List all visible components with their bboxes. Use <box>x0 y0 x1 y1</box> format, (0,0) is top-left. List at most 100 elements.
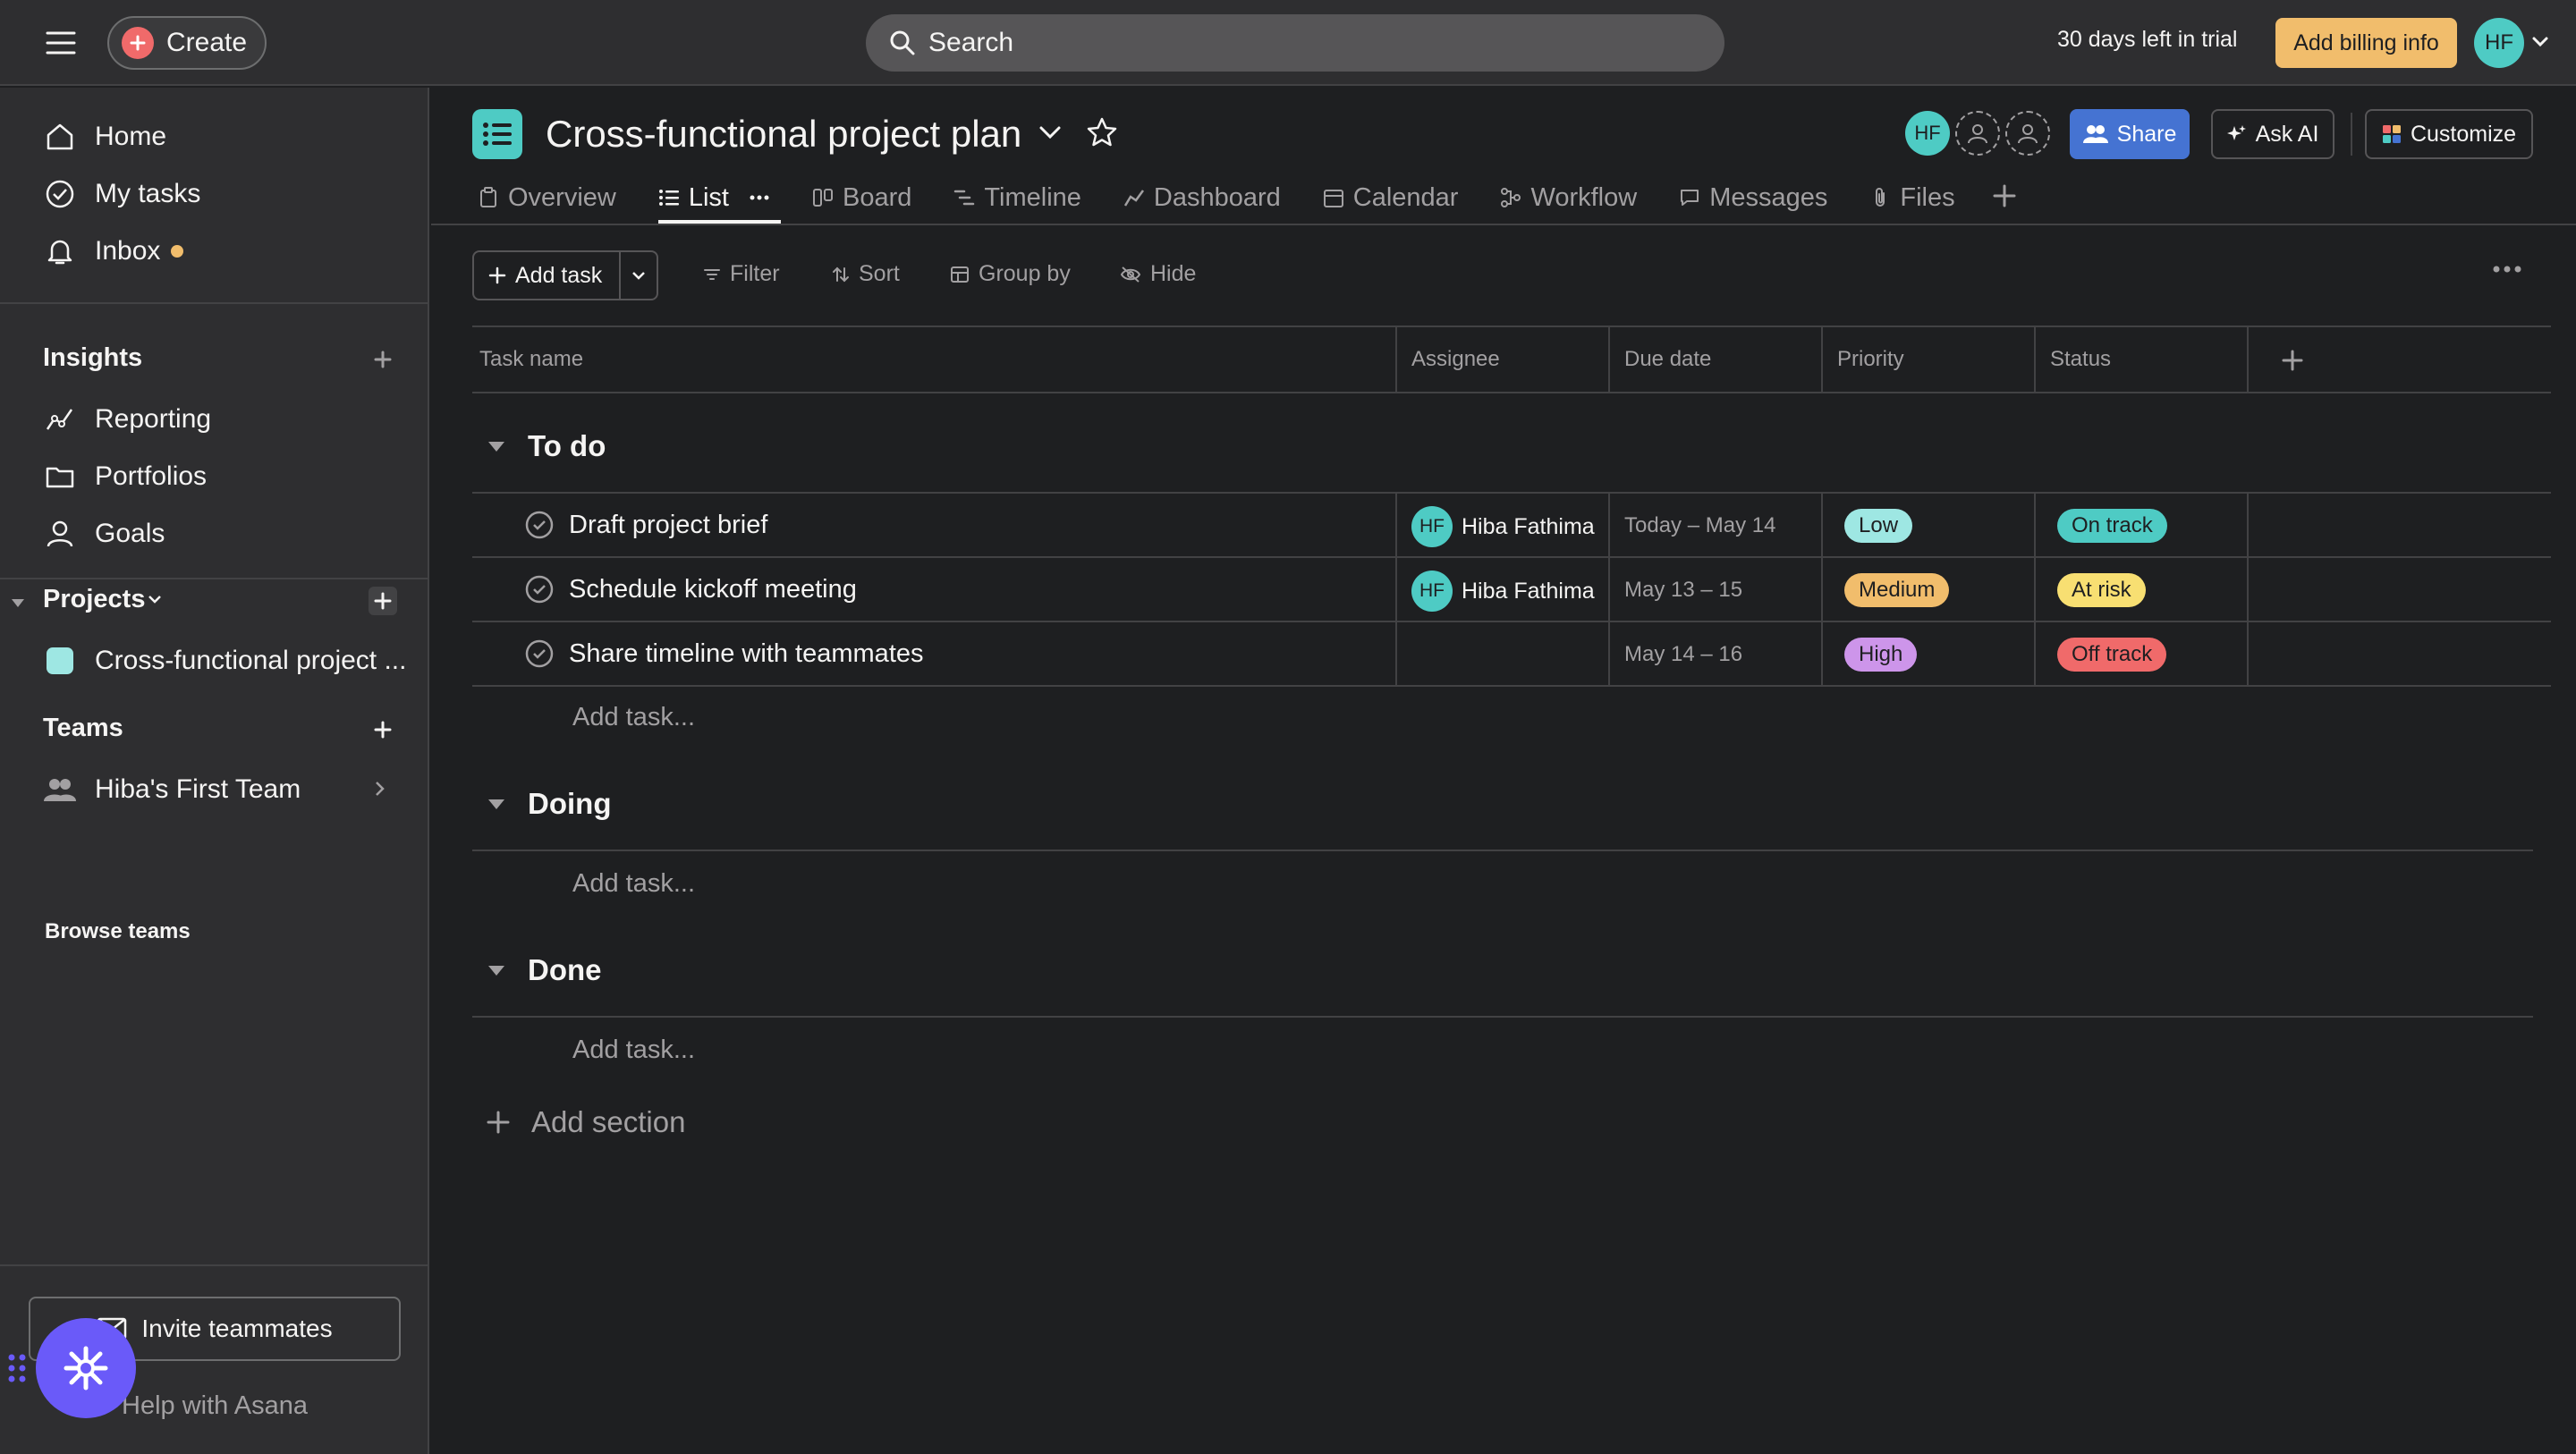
status-badge[interactable]: On track <box>2057 509 2167 543</box>
project-members[interactable]: HF <box>1905 111 2050 156</box>
plus-icon <box>487 1111 510 1134</box>
sidebar-item-goals[interactable]: Goals <box>43 511 165 556</box>
sidebar-item-portfolios[interactable]: Portfolios <box>43 454 207 499</box>
tab-files[interactable]: Files <box>1869 175 1955 220</box>
sidebar-item-team[interactable]: Hiba's First Team <box>43 767 301 812</box>
add-team-icon[interactable] <box>369 715 397 744</box>
add-task-dropdown[interactable] <box>621 270 657 281</box>
chevron-down-icon[interactable] <box>147 594 163 606</box>
star-icon[interactable] <box>1086 116 1118 148</box>
sidebar-item-project[interactable]: Cross-functional project ... <box>43 638 406 683</box>
priority-badge[interactable]: Medium <box>1844 573 1950 607</box>
status-badge[interactable]: At risk <box>2057 573 2146 607</box>
complete-check-icon[interactable] <box>524 638 555 669</box>
add-task-inline[interactable]: Add task... <box>572 1036 695 1065</box>
caret-down-icon[interactable] <box>487 438 506 454</box>
due-date[interactable]: Today – May 14 <box>1624 513 1775 538</box>
search-input[interactable]: Search <box>866 14 1724 72</box>
assignee-cell[interactable]: HF Hiba Fathima <box>1411 506 1595 547</box>
user-avatar[interactable]: HF <box>2474 18 2524 68</box>
insights-heading[interactable]: Insights <box>43 343 142 373</box>
more-options-icon[interactable] <box>749 194 770 201</box>
create-button[interactable]: Create <box>107 16 267 70</box>
customize-button[interactable]: Customize <box>2365 109 2533 159</box>
column-header-due-date[interactable]: Due date <box>1624 347 1711 372</box>
chevron-down-icon[interactable] <box>2531 36 2549 48</box>
add-task-inline[interactable]: Add task... <box>572 869 695 899</box>
add-task-main[interactable]: Add task <box>474 252 621 299</box>
assignee-avatar: HF <box>1411 571 1453 612</box>
section-header-to-do[interactable]: To do <box>487 429 606 463</box>
add-tab-icon[interactable] <box>1991 182 2018 209</box>
table-row[interactable]: Share timeline with teammates May 14 – 1… <box>472 622 2549 687</box>
add-insight-icon[interactable] <box>369 345 397 374</box>
column-header-task-name[interactable]: Task name <box>479 347 583 372</box>
priority-badge[interactable]: Low <box>1844 509 1913 543</box>
priority-badge[interactable]: High <box>1844 638 1918 672</box>
tab-overview[interactable]: Overview <box>478 175 616 220</box>
member-avatar[interactable]: HF <box>1905 111 1950 156</box>
teams-heading[interactable]: Teams <box>43 714 123 743</box>
ask-ai-button[interactable]: Ask AI <box>2211 109 2334 159</box>
help-assistant-button[interactable] <box>36 1318 136 1418</box>
tab-workflow[interactable]: Workflow <box>1500 175 1637 220</box>
add-task-inline[interactable]: Add task... <box>572 703 695 732</box>
sidebar-item-home[interactable]: Home <box>43 114 166 159</box>
section-title: Done <box>528 953 602 986</box>
section-header-doing[interactable]: Doing <box>487 787 611 821</box>
hamburger-menu-icon[interactable] <box>45 27 77 59</box>
caret-down-icon[interactable] <box>9 594 27 612</box>
add-column-icon[interactable] <box>2281 349 2304 372</box>
task-name-cell[interactable]: Share timeline with teammates <box>524 638 924 669</box>
table-row[interactable]: Draft project brief HF Hiba Fathima Toda… <box>472 494 2549 558</box>
tab-messages[interactable]: Messages <box>1679 175 1827 220</box>
table-row[interactable]: Schedule kickoff meeting HF Hiba Fathima… <box>472 558 2549 622</box>
sidebar-item-reporting[interactable]: Reporting <box>43 397 211 442</box>
sort-icon <box>832 266 850 283</box>
tab-dashboard[interactable]: Dashboard <box>1123 175 1281 220</box>
tab-label: Overview <box>508 182 616 212</box>
browse-teams-link[interactable]: Browse teams <box>45 919 191 944</box>
sidebar-item-inbox[interactable]: Inbox <box>43 229 184 274</box>
chevron-right-icon[interactable] <box>374 780 386 798</box>
sidebar-item-my-tasks[interactable]: My tasks <box>43 172 200 216</box>
column-header-assignee[interactable]: Assignee <box>1411 347 1500 372</box>
add-billing-info-button[interactable]: Add billing info <box>2275 18 2457 68</box>
complete-check-icon[interactable] <box>524 574 555 604</box>
projects-heading[interactable]: Projects <box>43 585 145 614</box>
drag-handle-icon[interactable] <box>7 1352 29 1384</box>
add-project-icon[interactable] <box>369 587 397 615</box>
tab-calendar[interactable]: Calendar <box>1323 175 1458 220</box>
task-name-cell[interactable]: Schedule kickoff meeting <box>524 574 857 604</box>
message-icon <box>1679 187 1700 208</box>
help-with-asana-link[interactable]: Help with Asana <box>122 1391 308 1421</box>
tab-board[interactable]: Board <box>812 175 911 220</box>
assignee-cell[interactable]: HF Hiba Fathima <box>1411 571 1595 612</box>
tab-list[interactable]: List <box>657 175 782 224</box>
hide-button[interactable]: Hide <box>1120 261 1196 287</box>
section-header-done[interactable]: Done <box>487 953 602 987</box>
tab-timeline[interactable]: Timeline <box>953 175 1081 220</box>
add-task-button[interactable]: Add task <box>472 250 658 300</box>
more-options-icon[interactable] <box>2492 265 2522 274</box>
filter-button[interactable]: Filter <box>703 261 780 287</box>
task-name-cell[interactable]: Draft project brief <box>524 510 767 540</box>
due-date[interactable]: May 14 – 16 <box>1624 642 1742 667</box>
column-header-priority[interactable]: Priority <box>1837 347 1904 372</box>
empty-member-icon[interactable] <box>1955 111 2000 156</box>
caret-down-icon[interactable] <box>487 796 506 812</box>
sort-button[interactable]: Sort <box>832 261 900 287</box>
group-by-button[interactable]: Group by <box>950 261 1071 287</box>
share-button[interactable]: Share <box>2070 109 2190 159</box>
status-badge[interactable]: Off track <box>2057 638 2167 672</box>
project-list-icon[interactable] <box>472 109 522 159</box>
caret-down-icon[interactable] <box>487 962 506 978</box>
column-header-status[interactable]: Status <box>2050 347 2111 372</box>
complete-check-icon[interactable] <box>524 510 555 540</box>
due-date[interactable]: May 13 – 15 <box>1624 578 1742 603</box>
project-title[interactable]: Cross-functional project plan <box>546 113 1021 156</box>
sidebar-item-label: Reporting <box>95 404 212 434</box>
add-section-button[interactable]: Add section <box>487 1105 685 1139</box>
chevron-down-icon[interactable] <box>1038 123 1063 141</box>
empty-member-icon[interactable] <box>2005 111 2050 156</box>
